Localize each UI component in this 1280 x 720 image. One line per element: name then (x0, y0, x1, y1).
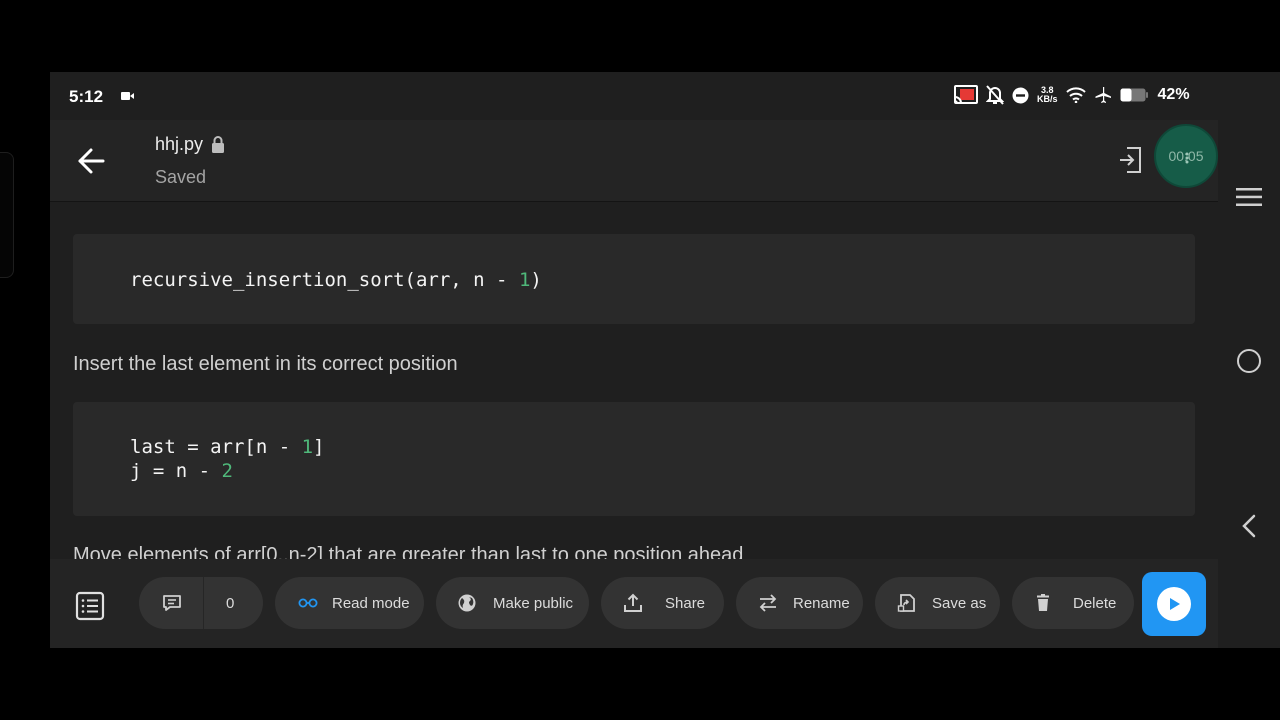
share-upload-icon (622, 592, 644, 614)
code-number: 1 (301, 436, 314, 458)
share-label: Share (665, 594, 706, 612)
home-circle-icon[interactable] (1237, 349, 1261, 373)
markdown-paragraph: Insert the last element in its correct p… (73, 353, 458, 375)
code-text: ] (313, 436, 325, 458)
code-text: recursive_insertion_sort(arr, n - (130, 269, 519, 291)
recents-menu-icon[interactable] (1236, 187, 1262, 207)
comment-divider (203, 577, 204, 629)
airplane-icon (1095, 87, 1111, 103)
do-not-disturb-icon (1012, 87, 1029, 103)
code-number: 1 (518, 269, 531, 291)
read-mode-button[interactable]: Read mode (275, 577, 424, 629)
save-as-label: Save as (932, 594, 987, 612)
read-mode-label: Read mode (332, 594, 410, 612)
rename-label: Rename (793, 594, 850, 612)
make-public-button[interactable]: Make public (436, 577, 589, 629)
session-timer[interactable]: 00:05 (1154, 124, 1218, 188)
comment-count: 0 (226, 594, 235, 612)
status-time: 5:12 (69, 87, 104, 106)
nav-back-chevron-icon[interactable] (1240, 514, 1258, 538)
delete-label: Delete (1073, 594, 1117, 612)
status-bar: 5:12 3.8 KB/s 42% (50, 72, 1280, 120)
delete-button[interactable]: Delete (1012, 577, 1134, 629)
play-icon (1157, 587, 1191, 621)
read-mode-glasses-icon (297, 592, 319, 614)
exit-icon[interactable] (1118, 146, 1142, 174)
outline-list-icon[interactable] (72, 588, 108, 624)
code-text: ) (530, 269, 542, 291)
file-title: hhj.py (155, 134, 225, 155)
code-line: recursive_insertion_sort(arr, n - 1) (130, 268, 542, 292)
wifi-icon (1065, 87, 1086, 103)
run-button[interactable] (1142, 572, 1206, 636)
code-block[interactable]: recursive_insertion_sort(arr, n - 1) (73, 234, 1195, 324)
rename-button[interactable]: Rename (736, 577, 863, 629)
more-vert-icon (1185, 152, 1189, 164)
code-text: last = arr[n - (130, 436, 302, 458)
notifications-off-icon (986, 85, 1004, 105)
make-public-label: Make public (493, 594, 574, 612)
battery-percent: 42% (1157, 86, 1190, 103)
code-line: last = arr[n - 1] (130, 435, 325, 459)
code-block[interactable]: last = arr[n - 1] j = n - 2 (73, 402, 1195, 516)
comments-button[interactable]: 0 (139, 577, 263, 629)
back-arrow-icon[interactable] (74, 144, 108, 178)
network-speed: 3.8 KB/s (1037, 86, 1058, 104)
globe-icon (456, 592, 478, 614)
trash-icon (1032, 592, 1054, 614)
code-text: j = n - (130, 460, 222, 482)
cast-icon (954, 85, 978, 104)
system-nav-rail (1218, 120, 1280, 648)
device-screen: 5:12 3.8 KB/s 42% hhj.py Saved 00:05 rec… (50, 72, 1280, 648)
notebook-content: recursive_insertion_sort(arr, n - 1) Ins… (50, 203, 1218, 559)
app-bar: hhj.py Saved (50, 120, 1218, 202)
markdown-paragraph: Move elements of arr[0..n-2] that are gr… (73, 544, 744, 559)
network-speed-unit: KB/s (1037, 94, 1058, 104)
device-bezel (0, 152, 14, 278)
save-as-button[interactable]: Save as (875, 577, 1000, 629)
share-button[interactable]: Share (601, 577, 724, 629)
swap-arrows-icon (757, 592, 779, 614)
bottom-toolbar: 0 Read mode Make public Share Rename Sav… (50, 559, 1218, 648)
code-line: j = n - 2 (130, 459, 233, 483)
comment-icon (161, 592, 183, 614)
file-name: hhj.py (155, 134, 204, 154)
battery-icon (1120, 88, 1148, 102)
lock-icon (212, 136, 225, 153)
save-as-icon (896, 592, 918, 614)
video-camera-icon (121, 92, 134, 100)
status-icons: 3.8 KB/s 42% (954, 85, 1190, 105)
code-number: 2 (221, 460, 233, 482)
save-status: Saved (155, 167, 207, 187)
